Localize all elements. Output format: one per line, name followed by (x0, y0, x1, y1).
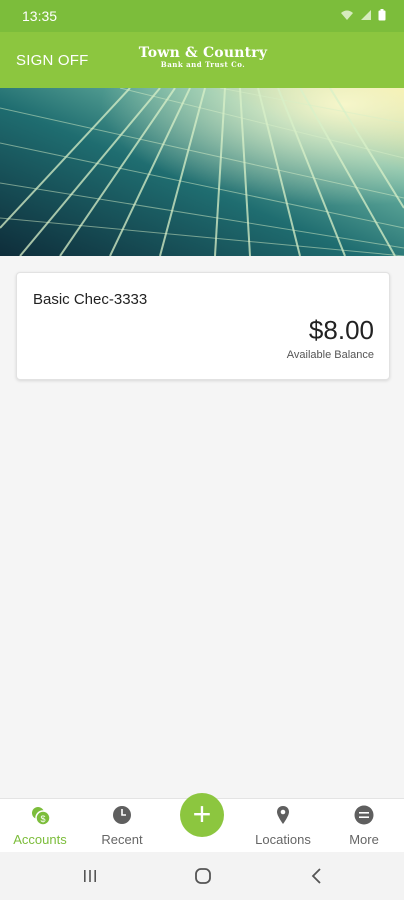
clock-icon (112, 805, 132, 825)
status-bar: 13:35 (0, 0, 404, 32)
nav-accounts-label: Accounts (13, 832, 67, 847)
nav-accounts[interactable]: $ Accounts (0, 799, 80, 853)
account-name: Basic Chec-3333 (33, 291, 148, 308)
logo-subtitle: Bank and Trust Co. (160, 60, 246, 69)
app-header: SIGN OFF Town & Country Bank and Trust C… (0, 32, 404, 88)
back-icon[interactable] (309, 867, 325, 890)
plus-icon: + (192, 796, 212, 832)
nav-locations-label: Locations (255, 832, 311, 847)
nav-more-label: More (349, 832, 379, 847)
nav-recent[interactable]: Recent (82, 799, 162, 853)
nav-recent-label: Recent (101, 832, 143, 847)
add-button[interactable]: + (180, 793, 224, 837)
wifi-icon (340, 8, 354, 26)
account-card[interactable]: Basic Chec-3333 $8.00 Available Balance (16, 272, 390, 380)
balance-caption: Available Balance (286, 349, 374, 361)
recent-apps-icon[interactable] (82, 868, 98, 889)
logo-title: Town & Country (138, 45, 268, 61)
account-balance: $8.00 (308, 315, 374, 345)
status-time: 13:35 (22, 8, 58, 24)
bank-logo: Town & Country Bank and Trust Co. (138, 46, 268, 69)
hero-image (0, 88, 404, 256)
sign-off-button[interactable]: SIGN OFF (16, 52, 88, 69)
accounts-icon: $ (30, 805, 51, 826)
nav-more[interactable]: More (324, 799, 404, 853)
signal-icon (360, 8, 372, 26)
location-pin-icon (273, 805, 293, 825)
more-icon (354, 805, 374, 825)
system-nav-bar (0, 852, 404, 900)
svg-text:$: $ (40, 814, 45, 824)
home-icon[interactable] (194, 867, 212, 890)
nav-locations[interactable]: Locations (243, 799, 323, 853)
battery-icon (378, 8, 386, 26)
status-icons (340, 8, 386, 26)
